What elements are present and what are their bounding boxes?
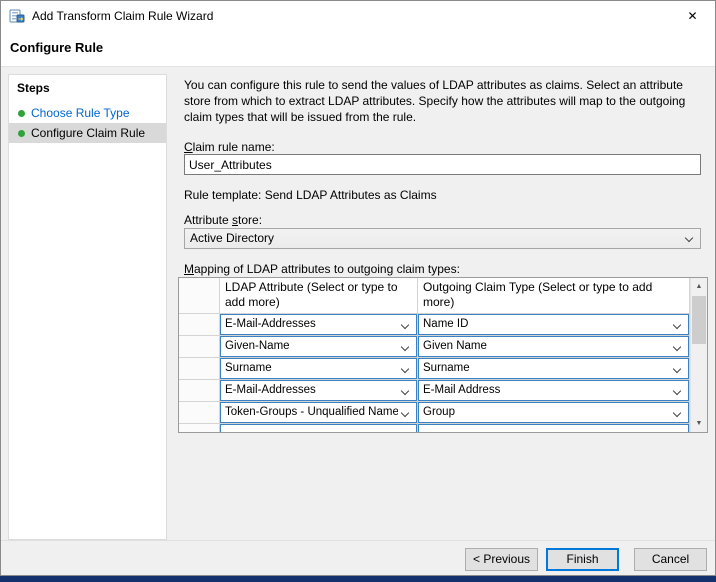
step-bullet-icon [18, 110, 25, 117]
sidebar-item-configure-claim-rule[interactable]: Configure Claim Rule [9, 123, 166, 143]
chevron-down-icon [673, 322, 681, 330]
page-header: Configure Rule [1, 31, 715, 67]
chevron-down-icon [673, 366, 681, 374]
ldap-attribute-combobox[interactable]: E-Mail-Addresses [220, 380, 417, 401]
rule-description: You can configure this rule to send the … [184, 77, 704, 125]
outgoing-claim-type-combobox[interactable] [418, 424, 689, 432]
chevron-down-icon [401, 388, 409, 396]
ldap-attribute-combobox[interactable]: Given-Name [220, 336, 417, 357]
vertical-scrollbar[interactable]: ▲ ▼ [690, 278, 707, 432]
row-header[interactable] [179, 314, 220, 335]
chevron-down-icon [401, 322, 409, 330]
ldap-attribute-combobox[interactable]: Token-Groups - Unqualified Names [220, 402, 417, 423]
cancel-button[interactable]: Cancel [634, 548, 707, 571]
outgoing-claim-type-combobox[interactable]: Surname [418, 358, 689, 379]
finish-button[interactable]: Finish [546, 548, 619, 571]
claim-rule-name-label: Claim rule name: [184, 140, 275, 154]
chevron-down-icon [673, 388, 681, 396]
mapping-label: Mapping of LDAP attributes to outgoing c… [184, 262, 460, 276]
previous-button[interactable]: < Previous [465, 548, 538, 571]
chevron-down-icon [401, 366, 409, 374]
table-row: E-Mail-Addresses Name ID [179, 314, 690, 336]
outgoing-claim-type-combobox[interactable]: Group [418, 402, 689, 423]
title-bar: Add Transform Claim Rule Wizard ✕ [1, 1, 715, 31]
step-bullet-icon [18, 130, 25, 137]
window-title: Add Transform Claim Rule Wizard [32, 1, 213, 31]
attribute-store-label: Attribute store: [184, 213, 262, 227]
chevron-down-icon [673, 410, 681, 418]
table-row-new [179, 424, 690, 432]
chevron-down-icon [673, 344, 681, 352]
table-row: Surname Surname [179, 358, 690, 380]
column-header-ldap-attribute[interactable]: LDAP Attribute (Select or type to add mo… [220, 278, 418, 313]
chevron-down-icon [401, 344, 409, 352]
attribute-store-value: Active Directory [190, 229, 274, 248]
sidebar-item-choose-rule-type[interactable]: Choose Rule Type [9, 103, 166, 123]
table-row: E-Mail-Addresses E-Mail Address [179, 380, 690, 402]
table-header-row: LDAP Attribute (Select or type to add mo… [179, 278, 690, 314]
claim-rule-name-input[interactable] [184, 154, 701, 175]
table-row: Token-Groups - Unqualified Names Group [179, 402, 690, 424]
row-header[interactable] [179, 424, 220, 432]
row-header[interactable] [179, 336, 220, 357]
rule-template-text: Rule template: Send LDAP Attributes as C… [184, 188, 437, 202]
row-header[interactable] [179, 402, 220, 423]
step-label: Choose Rule Type [31, 106, 130, 120]
ldap-attribute-combobox[interactable]: Surname [220, 358, 417, 379]
attribute-store-dropdown[interactable]: Active Directory [184, 228, 701, 249]
page-title: Configure Rule [10, 40, 103, 55]
mapping-table-body: LDAP Attribute (Select or type to add mo… [179, 278, 690, 432]
mapping-table: LDAP Attribute (Select or type to add mo… [178, 277, 708, 433]
scroll-up-icon[interactable]: ▲ [691, 278, 707, 295]
scrollbar-thumb[interactable] [692, 296, 706, 344]
chevron-down-icon [685, 235, 693, 243]
wizard-dialog: Add Transform Claim Rule Wizard ✕ Config… [0, 0, 716, 576]
scroll-down-icon[interactable]: ▼ [691, 415, 707, 432]
row-header[interactable] [179, 358, 220, 379]
close-icon[interactable]: ✕ [670, 1, 715, 31]
outgoing-claim-type-combobox[interactable]: Given Name [418, 336, 689, 357]
outgoing-claim-type-combobox[interactable]: Name ID [418, 314, 689, 335]
steps-title: Steps [9, 75, 166, 103]
chevron-down-icon [401, 410, 409, 418]
ldap-attribute-combobox[interactable] [220, 424, 417, 432]
table-row: Given-Name Given Name [179, 336, 690, 358]
ldap-attribute-combobox[interactable]: E-Mail-Addresses [220, 314, 417, 335]
steps-sidebar: Steps Choose Rule Type Configure Claim R… [8, 74, 167, 540]
step-label: Configure Claim Rule [31, 126, 145, 140]
corner-header[interactable] [179, 278, 220, 313]
wizard-icon [9, 8, 25, 24]
row-header[interactable] [179, 380, 220, 401]
footer-bar: < Previous Finish Cancel [1, 540, 715, 575]
column-header-outgoing-claim-type[interactable]: Outgoing Claim Type (Select or type to a… [418, 278, 690, 313]
outgoing-claim-type-combobox[interactable]: E-Mail Address [418, 380, 689, 401]
